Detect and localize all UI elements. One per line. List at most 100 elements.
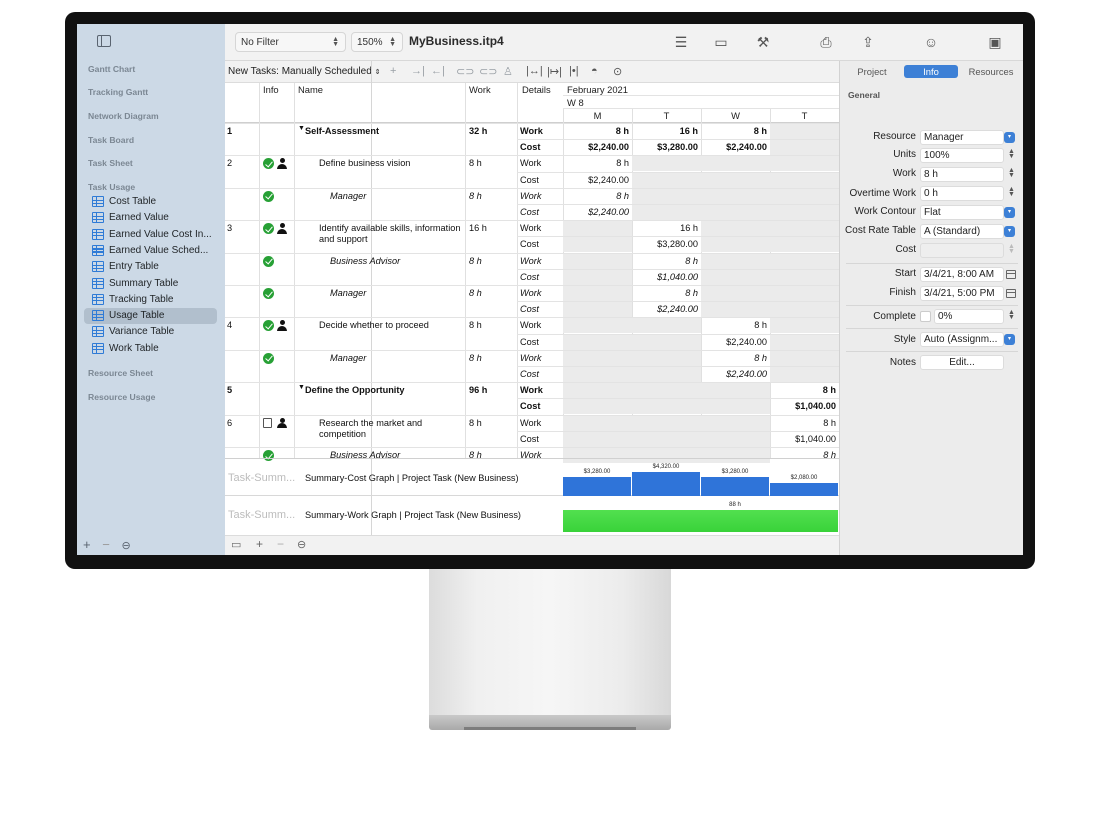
sidebar-section-usage[interactable]: Task Usage bbox=[88, 182, 135, 192]
task-name[interactable]: Define the Opportunity bbox=[305, 385, 405, 395]
timephased-cell[interactable]: $2,240.00 bbox=[563, 142, 629, 152]
chevron-down-icon[interactable]: ▾ bbox=[1004, 132, 1015, 143]
share-icon[interactable]: ⇪ bbox=[859, 33, 877, 51]
expand-icon[interactable]: |↦| bbox=[547, 65, 562, 78]
timephased-cell[interactable]: 8 h bbox=[632, 256, 698, 266]
zoom-popup[interactable]: 150% ▲ ▼ bbox=[351, 32, 403, 52]
detail-type[interactable]: Work bbox=[520, 288, 541, 298]
sidebar-section-gantt[interactable]: Gantt Chart bbox=[88, 64, 135, 74]
indent-icon[interactable]: →| bbox=[411, 65, 425, 77]
timephased-cell[interactable]: 8 h bbox=[701, 320, 767, 330]
chevron-down-icon[interactable]: ▾ bbox=[1004, 334, 1015, 345]
more-options-icon[interactable]: ⊙ bbox=[613, 65, 622, 78]
task-name[interactable]: Manager bbox=[330, 191, 366, 201]
new-tasks-mode[interactable]: New Tasks: Manually Scheduled ⇕ bbox=[228, 66, 380, 77]
layout-icon[interactable]: ▭ bbox=[231, 538, 241, 551]
sidebar-item[interactable]: Summary Table bbox=[84, 276, 217, 292]
task-id[interactable]: 5 bbox=[227, 385, 232, 395]
sliders-icon[interactable]: ☰ bbox=[672, 33, 690, 51]
detail-type[interactable]: Cost bbox=[520, 369, 539, 379]
print-icon[interactable]: ⎙ bbox=[817, 33, 835, 51]
remove-icon[interactable]: − bbox=[102, 537, 110, 552]
timephased-cell[interactable]: 16 h bbox=[632, 223, 698, 233]
task-work[interactable]: 8 h bbox=[469, 320, 482, 330]
remove-icon[interactable]: − bbox=[277, 537, 284, 551]
task-name[interactable]: Define business vision bbox=[319, 158, 410, 168]
sidebar-toggle-icon[interactable] bbox=[97, 35, 111, 47]
sidebar-section-sheet[interactable]: Task Sheet bbox=[88, 158, 133, 168]
task-work[interactable]: 8 h bbox=[469, 191, 482, 201]
stepper-icon[interactable]: ▲ ▼ bbox=[1008, 186, 1015, 198]
chevron-down-icon[interactable]: ▾ bbox=[1004, 207, 1015, 218]
task-work[interactable]: 8 h bbox=[469, 256, 482, 266]
sidebar-item[interactable]: Cost Table bbox=[84, 194, 217, 210]
detail-type[interactable]: Work bbox=[520, 223, 541, 233]
task-id[interactable]: 1 bbox=[227, 126, 232, 136]
sidebar-item[interactable]: Earned Value Sched... bbox=[84, 243, 217, 259]
finish-field[interactable]: 3/4/21, 5:00 PM bbox=[920, 286, 1004, 301]
window-icon[interactable]: ▭ bbox=[712, 33, 730, 51]
disclosure-triangle-icon[interactable]: ▼ bbox=[298, 384, 305, 391]
detail-type[interactable]: Work bbox=[520, 256, 541, 266]
link-icon[interactable]: ⊂⊃ bbox=[456, 65, 474, 78]
timephased-cell[interactable]: $2,240.00 bbox=[701, 337, 767, 347]
add-icon[interactable]: + bbox=[83, 537, 91, 552]
chevron-down-icon[interactable]: ▾ bbox=[1004, 226, 1015, 237]
task-name[interactable]: Self-Assessment bbox=[305, 126, 379, 136]
add-task-icon[interactable]: + bbox=[390, 65, 396, 77]
task-name-continued[interactable]: competition bbox=[319, 429, 366, 439]
task-id[interactable]: 3 bbox=[227, 223, 232, 233]
task-work[interactable]: 16 h bbox=[469, 223, 487, 233]
timephased-cell[interactable]: $3,280.00 bbox=[632, 239, 698, 249]
detail-type[interactable]: Cost bbox=[520, 337, 539, 347]
timephased-cell[interactable]: $2,240.00 bbox=[563, 207, 629, 217]
note-icon[interactable] bbox=[263, 417, 272, 428]
disclosure-triangle-icon[interactable]: ▼ bbox=[298, 125, 305, 132]
hammer-icon[interactable]: ⚒ bbox=[754, 33, 772, 51]
timephased-cell[interactable]: $1,040.00 bbox=[770, 434, 836, 444]
task-id[interactable]: 4 bbox=[227, 320, 232, 330]
stepper-icon[interactable]: ▲ ▼ bbox=[1008, 167, 1015, 179]
timephased-cell[interactable]: 8 h bbox=[701, 126, 767, 136]
sidebar-item[interactable]: Variance Table bbox=[84, 324, 217, 340]
task-work[interactable]: 8 h bbox=[469, 418, 482, 428]
timephased-cell[interactable]: 8 h bbox=[701, 353, 767, 363]
timephased-cell[interactable]: 8 h bbox=[770, 385, 836, 395]
sidebar-item[interactable]: Usage Table bbox=[84, 308, 217, 325]
sidebar-item[interactable]: Entry Table bbox=[84, 259, 217, 275]
work-field[interactable]: 8 h bbox=[920, 167, 1004, 182]
task-name[interactable]: Decide whether to proceed bbox=[319, 320, 429, 330]
work-column-header[interactable]: Work bbox=[469, 84, 491, 95]
detail-type[interactable]: Cost bbox=[520, 434, 539, 444]
sidebar-section-resource-usage[interactable]: Resource Usage bbox=[88, 392, 155, 402]
stepper-icon[interactable]: ▲ ▼ bbox=[1008, 309, 1015, 321]
detail-type[interactable]: Cost bbox=[520, 272, 539, 282]
task-name[interactable]: Manager bbox=[330, 288, 366, 298]
start-field[interactable]: 3/4/21, 8:00 AM bbox=[920, 267, 1004, 282]
timephased-cell[interactable]: 8 h bbox=[563, 191, 629, 201]
tab-info[interactable]: Info bbox=[904, 65, 958, 78]
detail-type[interactable]: Cost bbox=[520, 207, 539, 217]
outdent-icon[interactable]: ←| bbox=[431, 65, 445, 77]
units-field[interactable]: 100% bbox=[920, 148, 1004, 163]
inspector-toggle-icon[interactable]: ▣ bbox=[986, 33, 1004, 51]
detail-type[interactable]: Work bbox=[520, 126, 543, 136]
timephased-cell[interactable]: 16 h bbox=[632, 126, 698, 136]
unlink-icon[interactable]: ⊂⊃ bbox=[479, 65, 497, 78]
split-icon[interactable]: |↔| bbox=[526, 65, 543, 77]
task-id[interactable]: 6 bbox=[227, 418, 232, 428]
timephased-cell[interactable]: 8 h bbox=[632, 288, 698, 298]
timephased-cell[interactable]: 8 h bbox=[770, 418, 836, 428]
detail-type[interactable]: Cost bbox=[520, 239, 539, 249]
filter-popup[interactable]: No Filter ▲ ▼ bbox=[235, 32, 346, 52]
details-column-header[interactable]: Details bbox=[522, 84, 551, 95]
detail-type[interactable]: Work bbox=[520, 385, 543, 395]
task-work[interactable]: 8 h bbox=[469, 353, 482, 363]
task-name[interactable]: Identify available skills, information bbox=[319, 223, 460, 233]
timephased-cell[interactable]: $2,240.00 bbox=[632, 304, 698, 314]
timephased-cell[interactable]: $3,280.00 bbox=[632, 142, 698, 152]
resource-popup[interactable]: Manager bbox=[920, 130, 1004, 145]
detail-type[interactable]: Cost bbox=[520, 175, 539, 185]
detail-type[interactable]: Work bbox=[520, 191, 541, 201]
task-work[interactable]: 32 h bbox=[469, 126, 487, 136]
